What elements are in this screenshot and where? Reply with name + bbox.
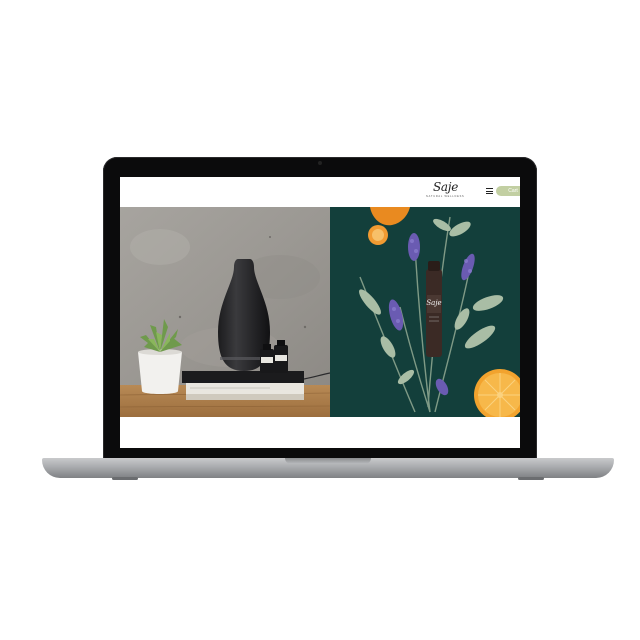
brand-tagline: natural wellness bbox=[426, 195, 465, 198]
brand-logo[interactable]: Saje bbox=[433, 181, 458, 194]
foot-left bbox=[112, 477, 138, 480]
camera-dot bbox=[318, 161, 322, 165]
hero-image-botanicals[interactable]: Saje bbox=[330, 207, 520, 417]
hero-section: Saje bbox=[120, 207, 520, 417]
hero-image-diffuser[interactable] bbox=[120, 207, 330, 417]
svg-text:Saje: Saje bbox=[426, 299, 441, 307]
site-header: Saje natural wellness Cart bbox=[120, 177, 520, 207]
cart-button[interactable]: Cart bbox=[496, 186, 520, 196]
laptop-screen: Saje natural wellness Cart bbox=[120, 177, 520, 448]
base-notch bbox=[285, 458, 371, 464]
laptop-base bbox=[42, 458, 614, 480]
foot-right bbox=[518, 477, 544, 480]
content-below-hero bbox=[120, 417, 520, 448]
laptop-mockup: Saje natural wellness Cart bbox=[0, 0, 640, 640]
laptop-lid: Saje natural wellness Cart bbox=[103, 157, 537, 459]
hamburger-menu-icon[interactable] bbox=[486, 188, 493, 194]
